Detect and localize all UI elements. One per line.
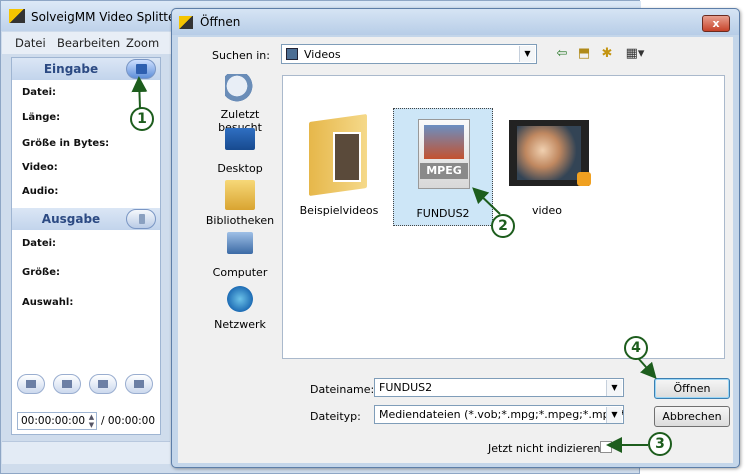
arrow-1 <box>131 76 148 109</box>
arrow-4 <box>637 357 657 379</box>
callout-4: 4 <box>624 336 648 360</box>
callout-3: 3 <box>648 432 672 456</box>
arrow-2 <box>472 187 501 215</box>
callout-1: 1 <box>130 107 154 131</box>
callout-2: 2 <box>491 214 515 238</box>
annotation-arrows <box>131 76 657 453</box>
